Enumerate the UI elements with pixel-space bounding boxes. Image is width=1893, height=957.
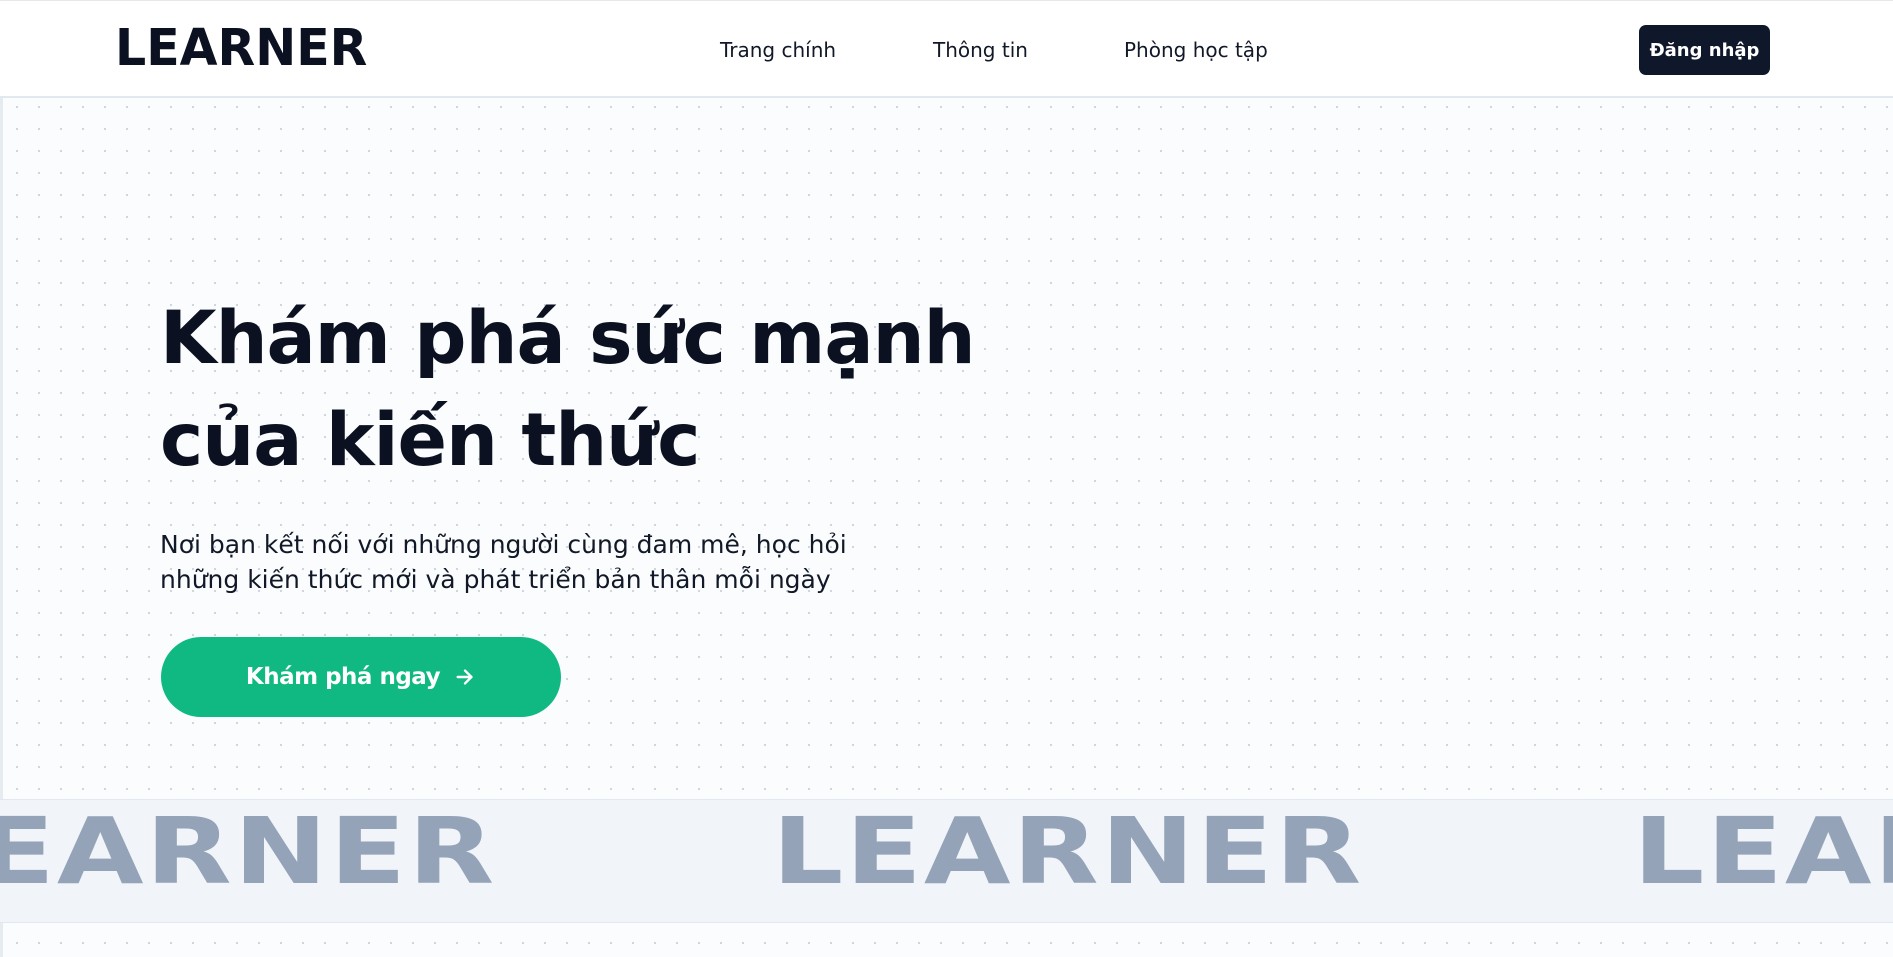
hero-title: Khám phá sức mạnh của kiến thức [160, 288, 1020, 492]
nav-link-study-room[interactable]: Phòng học tập [1124, 37, 1268, 63]
hero-subtitle-line-2: những kiến thức mới và phát triển bản th… [160, 565, 831, 594]
navbar: LEARNER Trang chính Thông tin Phòng học … [0, 0, 1893, 98]
nav-link-info[interactable]: Thông tin [933, 37, 1028, 63]
logo[interactable]: LEARNER [115, 18, 367, 80]
hero-title-line-2: của kiến thức [160, 398, 701, 483]
explore-now-label: Khám phá ngay [245, 664, 441, 690]
explore-now-button[interactable]: Khám phá ngay [161, 637, 561, 717]
login-button[interactable]: Đăng nhập [1639, 25, 1770, 75]
hero-subtitle: Nơi bạn kết nối với những người cùng đam… [160, 527, 880, 597]
marquee-word: LEARNER [0, 799, 497, 906]
marquee-word: LEARNER [772, 799, 1364, 906]
hero-title-line-1: Khám phá sức mạnh [160, 296, 976, 381]
brand-marquee: LEARNER LEARNER LEARNER [0, 799, 1893, 923]
hero-subtitle-line-1: Nơi bạn kết nối với những người cùng đam… [160, 530, 847, 559]
nav-link-home[interactable]: Trang chính [720, 37, 836, 63]
arrow-right-icon [454, 666, 476, 688]
marquee-word: LEARNER [1633, 799, 1893, 906]
page: LEARNER Trang chính Thông tin Phòng học … [0, 0, 1893, 957]
